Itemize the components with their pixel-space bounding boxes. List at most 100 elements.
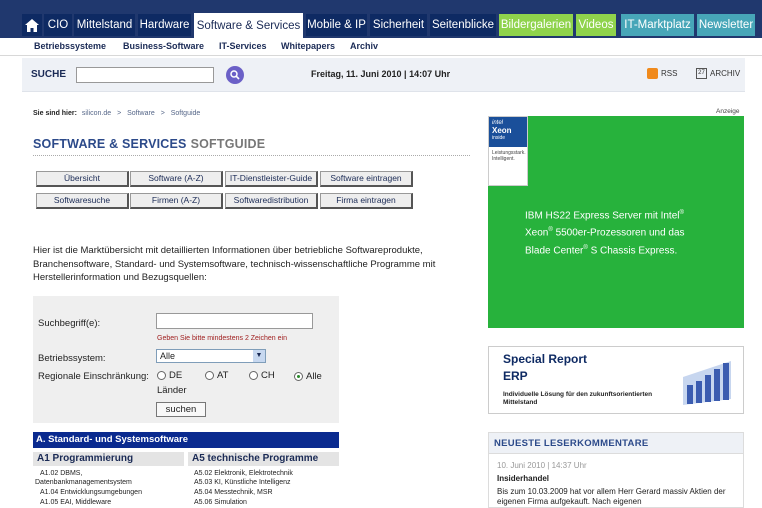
search-label: SUCHE — [31, 69, 67, 80]
category-header: A. Standard- und Systemsoftware — [33, 432, 339, 448]
subnav-betriebssysteme[interactable]: Betriebssysteme — [34, 41, 106, 51]
subnav-archiv[interactable]: Archiv — [350, 41, 378, 51]
home-icon[interactable] — [22, 14, 42, 36]
softwaresuche-button[interactable]: Softwaresuche — [36, 193, 129, 209]
subnav-business-software[interactable]: Business-Software — [123, 41, 204, 51]
search-button[interactable] — [226, 66, 244, 84]
nav-tab-hardware[interactable]: Hardware — [138, 14, 191, 36]
special-report-subtitle: Individuelle Lösung für den zukunftsorie… — [503, 391, 653, 406]
search-icon — [230, 70, 240, 80]
sub-navigation: Betriebssysteme Business-Software IT-Ser… — [0, 38, 762, 56]
category-item[interactable]: A5.02 Elektronik, Elektrotechnik — [194, 469, 293, 478]
comment-title[interactable]: Insiderhandel — [497, 474, 549, 483]
rss-link[interactable]: RSS — [647, 68, 677, 79]
it-dienstleister-button[interactable]: IT-Dienstleister-Guide — [225, 171, 318, 187]
top-navigation: CIO Mittelstand Hardware Software & Serv… — [0, 0, 762, 38]
radio-label: CH — [261, 370, 275, 381]
nav-tab-mobile-ip[interactable]: Mobile & IP — [306, 14, 367, 36]
radio-label-alle: Alle — [306, 371, 322, 382]
ad-line: Blade Center — [525, 244, 584, 256]
firma-eintragen-button[interactable]: Firma eintragen — [320, 193, 413, 209]
page-title-main: SOFTWARE & SERVICES — [33, 137, 187, 151]
category-item[interactable]: A1.05 EAI, Middleware — [40, 498, 111, 507]
ad-reg: ® — [548, 227, 553, 234]
software-az-button[interactable]: Software (A-Z) — [130, 171, 223, 187]
nav-tab-it-marktplatz[interactable]: IT-Marktplatz — [621, 14, 694, 36]
special-report-banner[interactable]: Special Report ERP Individuelle Lösung f… — [488, 346, 744, 414]
ad-line: S Chassis Express. — [590, 244, 678, 256]
current-date: Freitag, 11. Juni 2010 | 14:07 Uhr — [311, 69, 451, 79]
radio-circle-checked — [294, 372, 303, 381]
archive-link[interactable]: 27 ARCHIV — [696, 68, 740, 79]
os-label: Betriebssystem: — [38, 353, 106, 364]
comment-text: Bis zum 10.03.2009 hat vor allem Herr Ge… — [497, 487, 726, 506]
category-item[interactable]: A1.04 Entwicklungsumgebungen — [40, 488, 142, 497]
comment-date: 10. Juni 2010 | 14:37 Uhr — [497, 461, 587, 470]
title-divider — [33, 155, 470, 156]
special-report-topic: ERP — [503, 369, 528, 383]
breadcrumb-item[interactable]: Software — [127, 110, 155, 117]
ad-reg: ® — [679, 210, 684, 216]
firmen-az-button[interactable]: Firmen (A-Z) — [130, 193, 223, 209]
radio-alle-laender[interactable]: Alle — [294, 370, 346, 382]
region-label: Regionale Einschränkung: — [38, 371, 149, 382]
subnav-whitepapers[interactable]: Whitepapers — [281, 41, 335, 51]
softwaredistribution-button[interactable]: Softwaredistribution — [225, 193, 318, 209]
inside-logo-text: inside — [492, 135, 506, 141]
bar-chart-icon — [683, 361, 731, 405]
category-item[interactable]: A5.06 Simulation — [194, 498, 247, 507]
radio-de[interactable]: DE — [157, 370, 182, 381]
os-select-value: Alle — [160, 351, 176, 361]
intel-xeon-logo: intel Xeon inside Leistungsstark. Intell… — [488, 116, 528, 186]
nav-tab-seitenblicke[interactable]: Seitenblicke — [430, 14, 496, 36]
xeon-logo-text: Xeon — [492, 126, 512, 135]
uebersicht-button[interactable]: Übersicht — [36, 171, 129, 187]
breadcrumb: Sie sind hier: silicon.de > Software > S… — [33, 110, 200, 117]
nav-tab-mittelstand[interactable]: Mittelstand — [74, 14, 135, 36]
nav-tab-bildergalerien[interactable]: Bildergalerien — [499, 14, 573, 36]
search-input[interactable] — [76, 67, 214, 83]
ad-line: IBM HS22 Express Server mit Intel — [525, 210, 680, 222]
breadcrumb-prefix: Sie sind hier: — [33, 110, 77, 117]
chip-tagline: Leistungsstark. Intelligent. — [492, 150, 526, 162]
os-select[interactable]: Alle ▼ — [156, 349, 266, 363]
category-item[interactable]: A5.03 KI, Künstliche Intelligenz — [194, 478, 291, 487]
breadcrumb-separator: > — [160, 110, 165, 117]
radio-label: AT — [217, 370, 229, 381]
rss-icon — [647, 68, 658, 79]
radio-at[interactable]: AT — [205, 370, 228, 381]
nav-tab-software-services[interactable]: Software & Services — [194, 13, 303, 38]
search-term-input[interactable] — [156, 313, 313, 329]
newest-comments: NEUESTE LESERKOMMENTARE 10. Juni 2010 | … — [488, 432, 744, 508]
breadcrumb-item[interactable]: Softguide — [171, 110, 201, 117]
radio-label: DE — [169, 370, 183, 381]
rss-label: RSS — [661, 69, 678, 78]
ad-label: Anzeige — [716, 108, 740, 115]
radio-circle — [249, 371, 258, 380]
intro-text: Hier ist die Marktübersicht mit detailli… — [33, 245, 436, 283]
nav-tab-videos[interactable]: Videos — [576, 14, 616, 36]
software-eintragen-button[interactable]: Software eintragen — [320, 171, 413, 187]
radio-ch[interactable]: CH — [249, 370, 275, 381]
ad-line: Xeon — [525, 227, 549, 239]
category-col2-header[interactable]: A5 technische Programme — [188, 452, 339, 466]
ad-reg: ® — [583, 244, 588, 251]
category-item[interactable]: Datenbankmanagementsystem — [35, 478, 132, 487]
search-form: Suchbegriff(e): Geben Sie bitte mindeste… — [33, 296, 339, 423]
category-item[interactable]: A5.04 Messtechnik, MSR — [194, 488, 273, 497]
suchen-button[interactable]: suchen — [156, 402, 206, 417]
nav-tab-sicherheit[interactable]: Sicherheit — [370, 14, 427, 36]
search-term-label: Suchbegriff(e): — [38, 318, 101, 329]
breadcrumb-item[interactable]: silicon.de — [82, 110, 111, 117]
page-title: SOFTWARE & SERVICES SOFTGUIDE — [33, 137, 265, 151]
nav-tab-cio[interactable]: CIO — [44, 14, 72, 36]
category-col1-header[interactable]: A1 Programmierung — [33, 452, 184, 466]
subnav-it-services[interactable]: IT-Services — [219, 41, 267, 51]
radio-circle — [205, 371, 214, 380]
category-item[interactable]: A1.02 DBMS, — [40, 469, 82, 478]
nav-tab-newsletter[interactable]: Newsletter — [697, 14, 755, 36]
chevron-down-icon: ▼ — [253, 350, 265, 362]
ibm-ad-banner[interactable]: intel Xeon inside Leistungsstark. Intell… — [488, 116, 744, 328]
breadcrumb-separator: > — [117, 110, 122, 117]
page-title-sub: SOFTGUIDE — [190, 137, 266, 151]
